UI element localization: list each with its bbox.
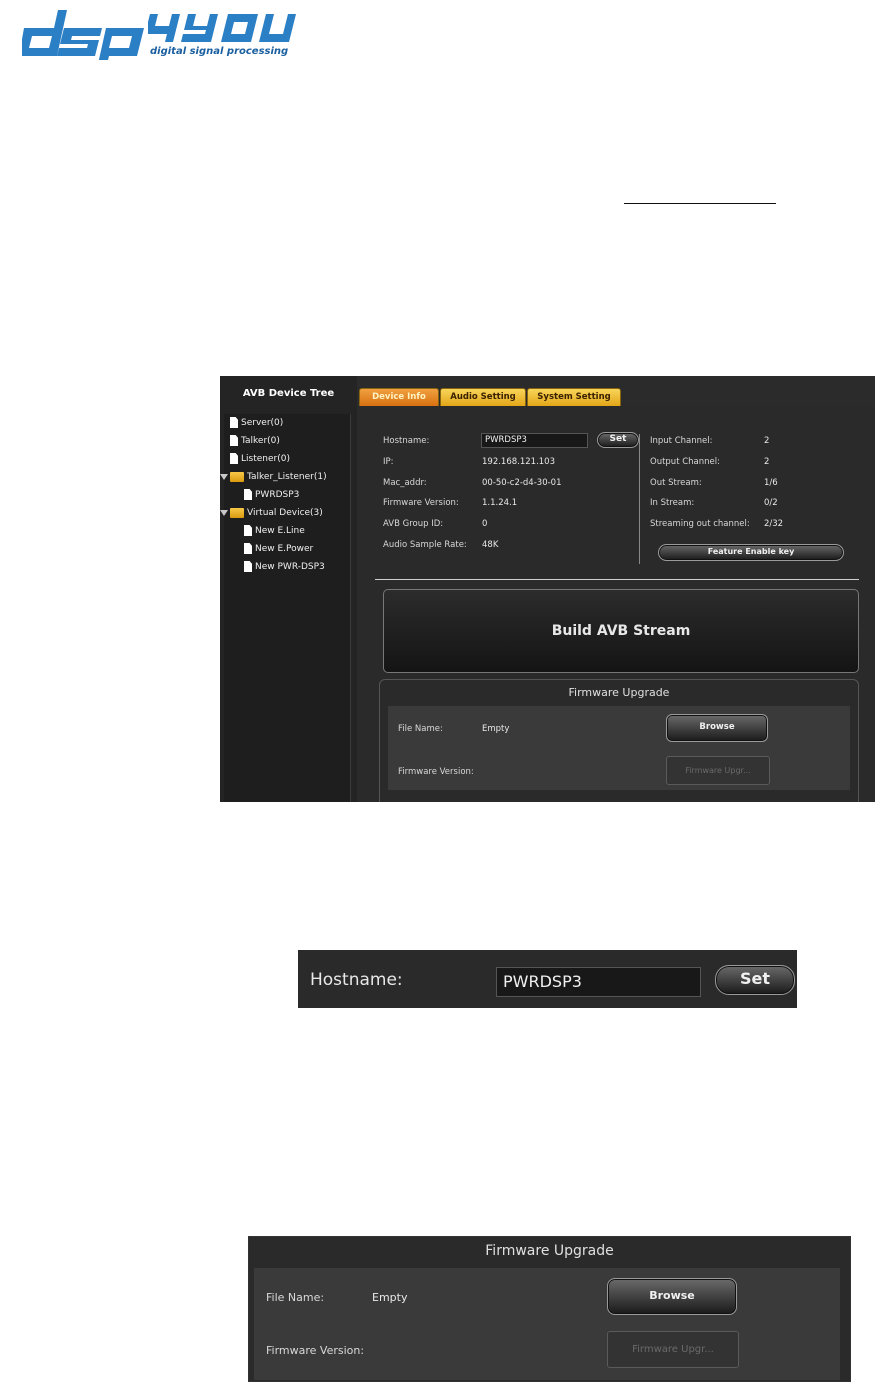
hostname-zoom-panel: Hostname: PWRDSP3 Set [298, 950, 797, 1008]
document-icon [244, 543, 252, 554]
file-name-label: File Name: [398, 724, 443, 734]
firmware-upgrade-body: File Name: Empty Browse Firmware Version… [388, 706, 850, 790]
document-icon [230, 453, 238, 464]
device-info-panel: Hostname: PWRDSP3 Set IP: 192.168.121.10… [357, 406, 875, 802]
firmware-upgrade-zoom-button[interactable]: Firmware Upgr... [607, 1331, 739, 1368]
firmware-zoom-panel: Firmware Upgrade File Name: Empty Browse… [248, 1236, 851, 1382]
hostname-zoom-set-button[interactable]: Set [715, 965, 795, 995]
tree-item-pwrdsp3[interactable]: PWRDSP3 [244, 488, 299, 502]
feature-enable-key-button[interactable]: Feature Enable key [658, 544, 844, 561]
expand-arrow-icon[interactable] [220, 509, 228, 516]
file-name-zoom-value: Empty [372, 1291, 408, 1304]
firmware-zoom-title: Firmware Upgrade [485, 1243, 614, 1259]
tree-item-talker[interactable]: Talker(0) [230, 434, 280, 448]
tab-audio-setting[interactable]: Audio Setting [440, 388, 526, 407]
set-hostname-button[interactable]: Set [597, 432, 639, 448]
hostname-zoom-input[interactable]: PWRDSP3 [496, 967, 701, 997]
mac-label: Mac_addr: [383, 478, 427, 488]
build-avb-stream-button[interactable]: Build AVB Stream [383, 589, 859, 673]
tab-bar: Device Info Audio Setting System Setting [357, 376, 875, 407]
document-icon [244, 489, 252, 500]
tree-item-new-eline[interactable]: New E.Line [244, 524, 305, 538]
avb-group-label: AVB Group ID: [383, 519, 444, 529]
document-icon [230, 435, 238, 446]
folder-icon [230, 471, 244, 482]
firmware-version-upgrade-label: Firmware Version: [398, 767, 474, 777]
avb-control-app: AVB Device Tree Server(0) Talker(0) List… [220, 376, 875, 802]
sample-rate-label: Audio Sample Rate: [383, 540, 467, 550]
device-tree-list: Server(0) Talker(0) Listener(0) Talker_L… [220, 414, 351, 802]
browse-button[interactable]: Browse [666, 714, 768, 742]
device-tree-pane: AVB Device Tree Server(0) Talker(0) List… [220, 376, 357, 802]
input-channel-label: Input Channel: [650, 436, 713, 446]
hostname-label: Hostname: [383, 436, 430, 446]
firmware-version-value: 1.1.24.1 [482, 498, 518, 508]
input-channel-value: 2 [764, 436, 770, 446]
ip-value: 192.168.121.103 [482, 457, 556, 467]
tree-item-server[interactable]: Server(0) [230, 416, 283, 430]
in-stream-label: In Stream: [650, 498, 695, 508]
firmware-upgrade-button[interactable]: Firmware Upgr... [666, 756, 770, 785]
document-icon [244, 561, 252, 572]
logo-4you-mark [148, 14, 296, 42]
hostname-input[interactable]: PWRDSP3 [481, 433, 588, 448]
file-name-zoom-label: File Name: [266, 1291, 325, 1304]
firmware-version-label: Firmware Version: [383, 498, 459, 508]
out-stream-value: 1/6 [764, 478, 778, 488]
out-stream-label: Out Stream: [650, 478, 702, 488]
firmware-zoom-body: File Name: Empty Browse Firmware Version… [254, 1268, 840, 1380]
tree-item-virtual-device[interactable]: Virtual Device(3) [220, 506, 323, 520]
in-stream-value: 0/2 [764, 498, 778, 508]
firmware-upgrade-panel: Firmware Upgrade File Name: Empty Browse… [379, 679, 859, 802]
section-divider [375, 579, 859, 580]
tree-item-new-epower[interactable]: New E.Power [244, 542, 313, 556]
firmware-version-zoom-label: Firmware Version: [266, 1344, 365, 1357]
file-name-value: Empty [482, 724, 510, 734]
output-channel-label: Output Channel: [650, 457, 720, 467]
avb-group-value: 0 [482, 519, 488, 529]
document-icon [244, 525, 252, 536]
folder-icon [230, 507, 244, 518]
document-icon [230, 417, 238, 428]
tree-item-listener[interactable]: Listener(0) [230, 452, 290, 466]
mac-value: 00-50-c2-d4-30-01 [482, 478, 562, 488]
tab-system-setting[interactable]: System Setting [527, 388, 621, 407]
browse-zoom-button[interactable]: Browse [607, 1278, 737, 1315]
info-divider [639, 434, 640, 564]
streaming-out-value: 2/32 [764, 519, 784, 529]
underline-placeholder [624, 203, 776, 204]
expand-arrow-icon[interactable] [220, 473, 228, 480]
tree-item-talker-listener[interactable]: Talker_Listener(1) [220, 470, 327, 484]
output-channel-value: 2 [764, 457, 770, 467]
sample-rate-value: 48K [482, 540, 499, 550]
tree-item-new-pwr-dsp3[interactable]: New PWR-DSP3 [244, 560, 325, 574]
tab-device-info[interactable]: Device Info [359, 388, 439, 407]
device-tree-title: AVB Device Tree [242, 388, 335, 399]
streaming-out-label: Streaming out channel: [650, 519, 750, 529]
hostname-zoom-label: Hostname: [310, 970, 403, 990]
ip-label: IP: [383, 457, 394, 467]
firmware-upgrade-title: Firmware Upgrade [568, 686, 670, 699]
